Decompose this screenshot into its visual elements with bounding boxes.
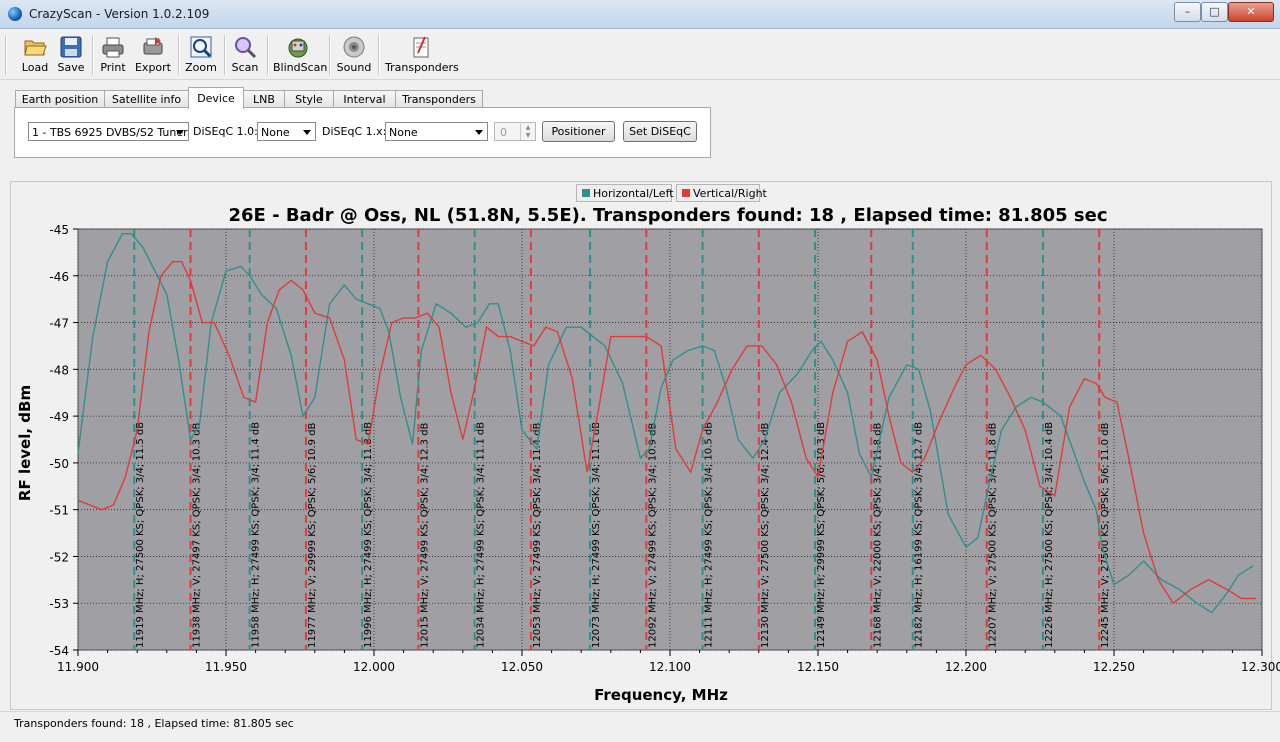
save-label: Save	[57, 61, 85, 74]
tab-satellite-info[interactable]: Satellite info	[104, 90, 189, 108]
zoom-icon	[189, 35, 213, 59]
tab-earth-position[interactable]: Earth position	[15, 90, 105, 108]
spinner-value: 0	[500, 126, 507, 139]
scan-button[interactable]: Scan	[229, 33, 261, 77]
load-label: Load	[21, 61, 49, 74]
scan-label: Scan	[231, 61, 259, 74]
legend-item-vertical[interactable]: Vertical/Right	[676, 184, 767, 202]
export-button[interactable]: Export	[134, 33, 172, 77]
title-bar: CrazyScan - Version 1.0.2.109 – □ ✕	[0, 0, 1280, 29]
export-label: Export	[134, 61, 171, 74]
diseqc10-label: DiSEqC 1.0:	[193, 125, 258, 138]
blindscan-label: BlindScan	[273, 61, 328, 74]
diseqc10-value: None	[261, 126, 290, 139]
status-text: Transponders found: 18 , Elapsed time: 8…	[14, 717, 294, 730]
toolbar-separator	[92, 35, 94, 75]
chevron-down-icon	[303, 130, 311, 135]
tab-interval[interactable]: Interval	[333, 90, 396, 108]
diseqc-port-spinner[interactable]: 0 ▲ ▼	[494, 122, 536, 141]
legend-swatch-vertical	[682, 189, 690, 197]
legend-item-horizontal[interactable]: Horizontal/Left	[576, 184, 674, 202]
toolbar: Load Save Print Export Zoom Scan BlindSc…	[0, 29, 1280, 80]
positioner-button[interactable]: Positioner	[542, 121, 615, 142]
print-button[interactable]: Print	[97, 33, 129, 77]
blindscan-icon	[286, 35, 310, 59]
tab-lnb[interactable]: LNB	[243, 90, 285, 108]
close-button[interactable]: ✕	[1228, 2, 1274, 22]
floppy-disk-icon	[59, 35, 83, 59]
zoom-label: Zoom	[185, 61, 217, 74]
diseqc10-select[interactable]: None	[257, 122, 316, 141]
spin-down-icon[interactable]: ▼	[520, 132, 535, 140]
tuner-select[interactable]: 1 - TBS 6925 DVBS/S2 Tuner	[28, 122, 189, 141]
blindscan-button[interactable]: BlindScan	[273, 33, 328, 77]
transponders-button[interactable]: Transponders	[385, 33, 459, 77]
toolbar-separator	[267, 35, 269, 75]
y-axis-label: RF level, dBm	[16, 384, 34, 502]
chevron-down-icon	[475, 130, 483, 135]
window-title: CrazyScan - Version 1.0.2.109	[29, 7, 210, 21]
device-panel: 1 - TBS 6925 DVBS/S2 Tuner DiSEqC 1.0: N…	[14, 107, 711, 158]
zoom-button[interactable]: Zoom	[184, 33, 218, 77]
chevron-down-icon	[176, 130, 184, 135]
tab-transponders[interactable]: Transponders	[395, 90, 483, 108]
transponders-label: Transponders	[385, 61, 459, 74]
app-globe-icon	[8, 7, 22, 21]
printer-icon	[101, 35, 125, 59]
tuner-value: 1 - TBS 6925 DVBS/S2 Tuner	[32, 126, 188, 139]
load-button[interactable]: Load	[19, 33, 51, 77]
toolbar-grip	[5, 35, 7, 75]
toolbar-separator	[378, 35, 380, 75]
toolbar-separator	[178, 35, 180, 75]
toolbar-separator	[224, 35, 226, 75]
magnifier-icon	[233, 35, 257, 59]
maximize-button[interactable]: □	[1201, 2, 1228, 22]
legend-label-horizontal: Horizontal/Left	[593, 187, 674, 200]
sound-label: Sound	[336, 61, 372, 74]
chart-title: 26E - Badr @ Oss, NL (51.8N, 5.5E). Tran…	[228, 205, 1108, 226]
tab-style[interactable]: Style	[284, 90, 334, 108]
folder-open-icon	[23, 35, 47, 59]
status-bar: Transponders found: 18 , Elapsed time: 8…	[0, 711, 1280, 742]
notepad-icon	[409, 35, 433, 59]
toolbar-separator	[329, 35, 331, 75]
x-axis-label: Frequency, MHz	[594, 686, 728, 704]
export-icon	[141, 35, 165, 59]
tab-device[interactable]: Device	[188, 87, 244, 109]
diseqc1x-label: DiSEqC 1.x:	[322, 125, 387, 138]
sound-button[interactable]: Sound	[336, 33, 372, 77]
spin-up-icon[interactable]: ▲	[520, 124, 535, 132]
legend-label-vertical: Vertical/Right	[693, 187, 767, 200]
speaker-icon	[342, 35, 366, 59]
chart-panel	[10, 181, 1272, 710]
diseqc1x-select[interactable]: None	[385, 122, 488, 141]
save-button[interactable]: Save	[55, 33, 87, 77]
legend-swatch-horizontal	[582, 189, 590, 197]
diseqc1x-value: None	[389, 126, 418, 139]
set-diseqc-button[interactable]: Set DiSEqC	[623, 121, 697, 142]
print-label: Print	[100, 61, 126, 74]
minimize-button[interactable]: –	[1174, 2, 1201, 22]
